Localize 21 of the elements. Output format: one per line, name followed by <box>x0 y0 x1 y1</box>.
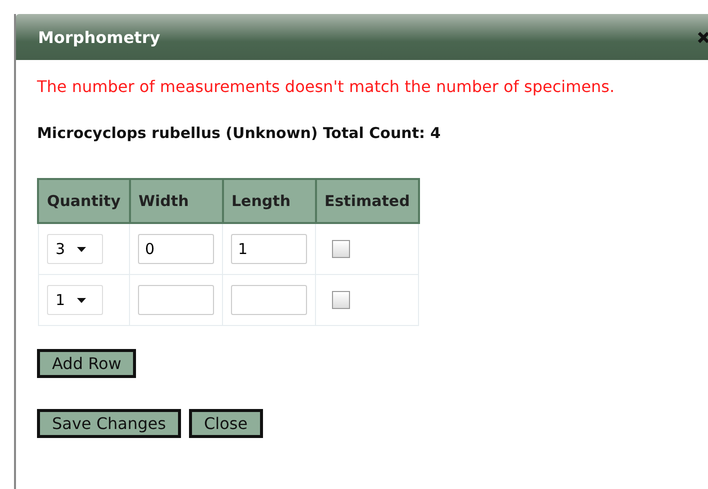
add-row-button[interactable]: Add Row <box>37 349 136 378</box>
quantity-dropdown[interactable]: 3 <box>46 234 102 264</box>
dialog-title: Morphometry <box>38 28 160 46</box>
estimated-checkbox[interactable] <box>332 291 350 310</box>
length-field[interactable]: 1 <box>231 234 307 264</box>
length-field[interactable] <box>231 285 307 315</box>
column-header: Quantity <box>38 179 130 223</box>
column-header: Width <box>130 179 222 223</box>
error-message: The number of measurements doesn't match the number of specimens. <box>37 76 616 98</box>
column-header: Estimated <box>316 179 419 223</box>
dialog-button[interactable]: Close <box>188 409 263 438</box>
estimated-checkbox[interactable] <box>332 240 350 258</box>
dialog-button[interactable]: Save Changes <box>37 409 181 438</box>
close-icon[interactable] <box>697 30 708 44</box>
width-field[interactable] <box>138 285 214 315</box>
column-header: Length <box>222 179 316 223</box>
species-heading: Microcyclops rubellus (Unknown) Total Count: 4 <box>37 124 442 142</box>
caret-icon <box>77 298 86 302</box>
caret-icon <box>77 246 86 252</box>
quantity-dropdown[interactable]: 1 <box>46 285 102 315</box>
width-field[interactable]: 0 <box>138 234 214 264</box>
